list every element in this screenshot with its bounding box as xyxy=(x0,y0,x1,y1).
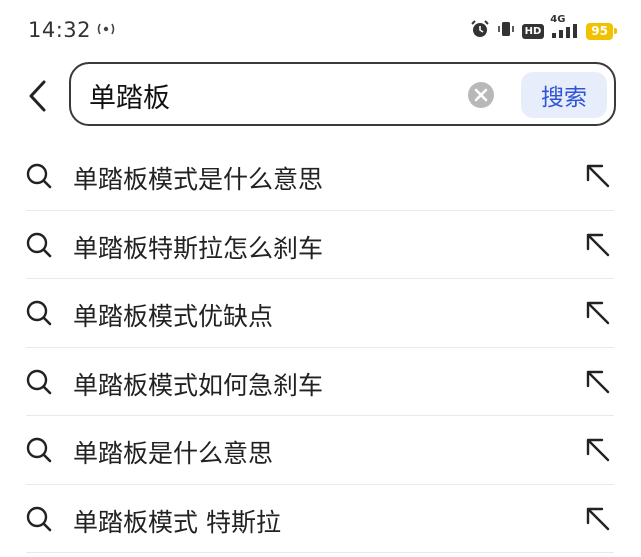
network-type: 4G xyxy=(550,14,566,25)
arrow-up-left-icon[interactable] xyxy=(584,299,612,327)
arrow-up-left-icon[interactable] xyxy=(584,162,612,190)
list-item[interactable]: 单踏板是什么意思 xyxy=(26,416,614,485)
arrow-up-left-icon[interactable] xyxy=(584,231,612,259)
search-input[interactable] xyxy=(89,76,449,114)
hd-badge: HD xyxy=(521,23,545,39)
status-bar: 14:32 HD 4G 95 xyxy=(0,0,641,62)
list-item[interactable]: 单踏板模式优缺点 xyxy=(26,279,614,348)
chevron-left-icon xyxy=(29,80,46,112)
list-item[interactable]: 单踏板特斯拉怎么刹车 xyxy=(26,211,614,279)
clear-button[interactable] xyxy=(467,81,495,109)
list-item[interactable]: 单踏板模式 特斯拉 xyxy=(26,485,614,553)
suggestion-list: 单踏板模式是什么意思 单踏板特斯拉怎么刹车 单踏板模式优缺点 单踏板模式如何急刹… xyxy=(26,142,614,553)
search-icon xyxy=(26,369,52,394)
arrow-up-left-icon[interactable] xyxy=(584,368,612,396)
search-icon xyxy=(26,437,52,463)
status-time: 14:32 xyxy=(28,18,92,42)
status-icons: HD 4G 95 xyxy=(470,15,617,43)
alarm-icon xyxy=(470,19,490,43)
search-icon xyxy=(26,232,52,257)
list-item[interactable]: 单踏板模式是什么意思 xyxy=(26,142,614,211)
signal-icon: 4G xyxy=(550,15,580,43)
suggestion-label: 单踏板特斯拉怎么刹车 xyxy=(73,233,324,263)
suggestion-label: 单踏板模式 特斯拉 xyxy=(73,507,281,537)
nfc-icon xyxy=(95,20,117,42)
search-icon xyxy=(26,300,52,326)
suggestion-label: 单踏板模式如何急刹车 xyxy=(73,370,324,400)
battery-indicator: 95 xyxy=(586,22,617,40)
back-button[interactable] xyxy=(22,76,56,116)
suggestion-label: 单踏板模式优缺点 xyxy=(73,302,274,331)
arrow-up-left-icon[interactable] xyxy=(584,505,612,533)
search-box: 搜索 xyxy=(69,62,616,126)
search-icon xyxy=(26,163,52,189)
suggestion-label: 单踏板是什么意思 xyxy=(73,439,274,468)
clear-icon xyxy=(468,82,494,108)
arrow-up-left-icon[interactable] xyxy=(584,436,612,464)
search-row: 搜索 xyxy=(0,62,641,130)
vibrate-icon xyxy=(496,19,516,43)
search-icon xyxy=(26,506,52,531)
search-button[interactable]: 搜索 xyxy=(521,72,607,118)
list-item[interactable]: 单踏板模式如何急刹车 xyxy=(26,348,614,416)
suggestion-label: 单踏板模式是什么意思 xyxy=(73,165,324,194)
